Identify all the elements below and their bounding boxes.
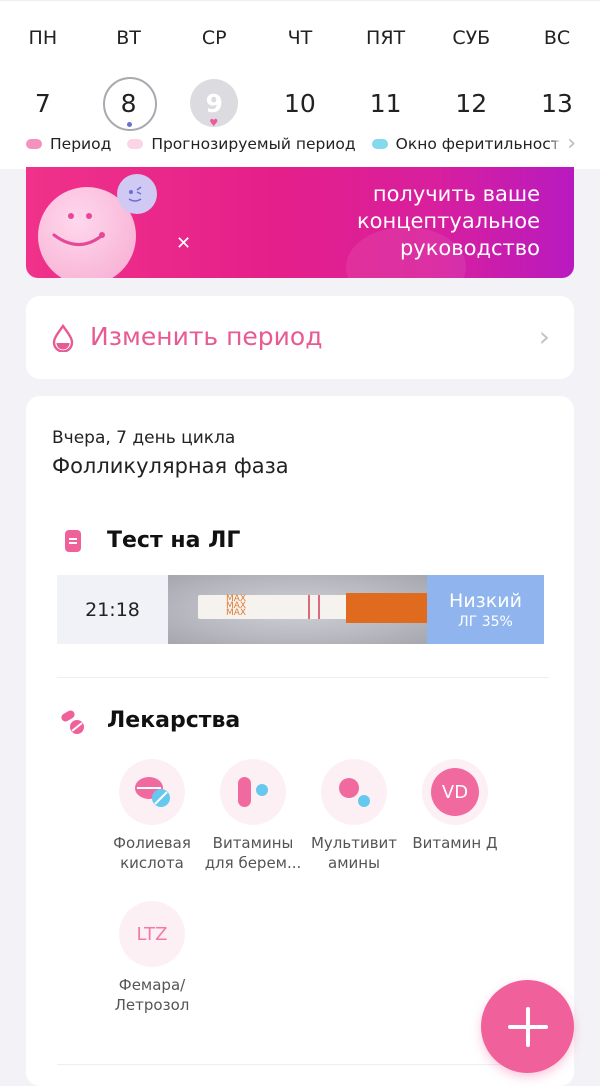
weekday-label: ВС xyxy=(543,27,571,49)
week-calendar: ПН ВТ СР ЧТ ПЯТ СУБ ВС 7 8 9 10 11 12 13… xyxy=(0,0,600,169)
lh-strip-photo: MAX MAX MAX xyxy=(168,575,427,644)
legend-predicted-period: Прогнозируемый период xyxy=(127,135,356,153)
predicted-swatch-icon xyxy=(127,139,144,149)
medications-title: Лекарства xyxy=(107,708,241,733)
strip-markings: MAX MAX MAX xyxy=(226,594,247,618)
lh-test-icon xyxy=(64,529,82,557)
date-cell-today[interactable]: 9 xyxy=(171,76,257,130)
drop-icon xyxy=(51,323,75,356)
medication-pregnancy-vitamins[interactable]: Витамины для берем... xyxy=(201,759,305,873)
legend: Период Прогнозируемый период Окно ферити… xyxy=(26,135,586,153)
weekday-label: ВТ xyxy=(116,27,141,49)
date-cell[interactable]: 13 xyxy=(514,76,600,130)
lh-test-time: 21:18 xyxy=(57,575,168,644)
divider xyxy=(57,1064,549,1065)
date-row: 7 8 9 10 11 12 13 xyxy=(0,76,600,131)
weekday-label: СУБ xyxy=(452,27,491,49)
medication-vitamin-d[interactable]: VD Витамин Д xyxy=(403,759,507,853)
cycle-day-text: Вчера, 7 день цикла xyxy=(52,428,236,448)
lh-test-title: Тест на ЛГ xyxy=(107,528,241,553)
banner-text: получить ваше концептуальное руководство xyxy=(356,182,540,260)
weekday-label: ПН xyxy=(28,27,58,49)
cycle-card: Вчера, 7 день цикла Фолликулярная фаза Т… xyxy=(26,396,574,1086)
date-cell[interactable]: 12 xyxy=(428,76,514,130)
cycle-phase: Фолликулярная фаза xyxy=(52,454,289,478)
date-cell[interactable]: 10 xyxy=(257,76,343,130)
weekday-row: ПН ВТ СР ЧТ ПЯТ СУБ ВС xyxy=(0,27,600,49)
lh-result-badge: Низкий ЛГ 35% xyxy=(427,575,544,644)
legend-fertile-window: Окно феритильности xyxy=(371,135,570,153)
date-cell-selected[interactable]: 8 xyxy=(86,76,172,131)
legend-period: Период xyxy=(26,135,111,153)
pills-icon xyxy=(119,759,185,825)
add-button[interactable] xyxy=(481,980,574,1073)
mascot-small-icon xyxy=(117,174,157,214)
edit-period-button[interactable]: Изменить период › xyxy=(26,296,574,379)
divider xyxy=(57,677,549,678)
medication-folic-acid[interactable]: Фолиевая кислота xyxy=(100,759,204,873)
promo-banner[interactable]: ✕ получить ваше концептуальное руководст… xyxy=(26,167,574,278)
medication-femara-letrozole[interactable]: LTZ Фемара/Летрозол xyxy=(100,901,204,1015)
weekday-label: ПЯТ xyxy=(366,27,406,49)
ltz-icon: LTZ xyxy=(119,901,185,967)
weekday-label: СР xyxy=(201,27,227,49)
edit-period-label: Изменить период xyxy=(90,322,323,351)
chevron-right-icon: › xyxy=(538,320,550,353)
pills-section-icon xyxy=(60,709,86,739)
lh-test-entry[interactable]: 21:18 MAX MAX MAX Низкий ЛГ 35% xyxy=(57,575,544,644)
weekday-label: ЧТ xyxy=(287,27,313,49)
date-cell[interactable]: 7 xyxy=(0,76,86,130)
sparkle-icon: ✕ xyxy=(176,233,192,254)
chevron-right-icon[interactable]: › xyxy=(551,135,576,153)
period-swatch-icon xyxy=(26,139,42,149)
capsule-icon xyxy=(220,759,286,825)
dots-icon xyxy=(321,759,387,825)
fertile-swatch-icon xyxy=(371,139,388,149)
vd-icon: VD xyxy=(422,759,488,825)
date-cell[interactable]: 11 xyxy=(343,76,429,130)
medication-multivitamins[interactable]: Мультивит амины xyxy=(302,759,406,873)
